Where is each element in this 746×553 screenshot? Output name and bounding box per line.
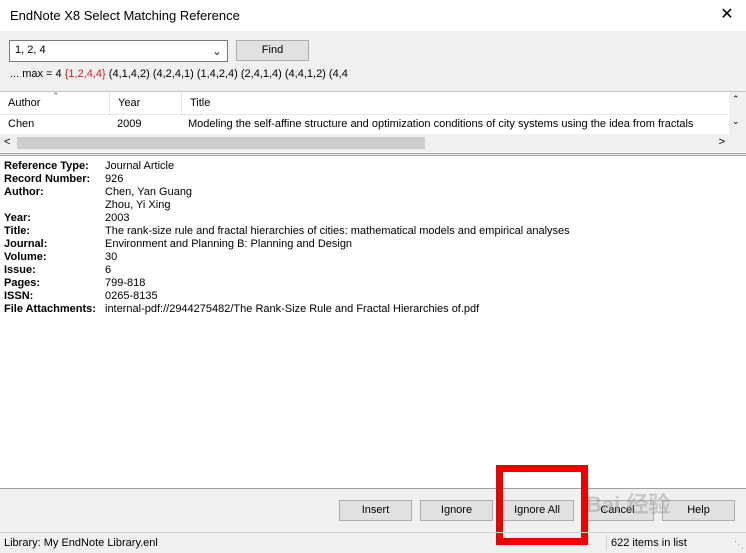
combination-highlighted: {1,2,4,4} (64, 68, 106, 80)
scroll-left-icon[interactable]: < (4, 136, 10, 148)
title-bar: EndNote X8 Select Matching Reference ✕ (0, 0, 746, 31)
chevron-down-icon[interactable]: ⌄ (209, 42, 225, 60)
scroll-thumb[interactable] (17, 137, 425, 149)
reference-details: Reference Type: Journal Article Record Nu… (0, 155, 746, 489)
search-input[interactable]: 1, 2, 4 (15, 44, 46, 56)
list-item[interactable]: Chen 2009 Modeling the self-affine struc… (0, 115, 728, 134)
vertical-scrollbar[interactable]: ⌃ ⌄ (729, 92, 746, 134)
resize-grip-icon[interactable]: ⋱ (734, 540, 744, 551)
matching-reference-list[interactable]: Author ⌃ Year Title Chen 2009 Modeling t… (0, 91, 746, 154)
help-button[interactable]: Help (662, 500, 735, 521)
insert-button[interactable]: Insert (339, 500, 412, 521)
row-author: Chen (8, 118, 35, 130)
combination-rest: (4,1,4,2) (4,2,4,1) (1,4,2,4) (2,4,1,4) … (108, 68, 348, 80)
status-bar: Library: My EndNote Library.enl 622 item… (0, 532, 746, 553)
watermark: Bai 经验 (586, 492, 671, 517)
row-year: 2009 (117, 118, 142, 130)
combination-list: ... max = 4 {1,2,4,4} (4,1,4,2) (4,2,4,1… (10, 68, 348, 80)
find-button[interactable]: Find (236, 40, 309, 61)
column-author[interactable]: Author ⌃ (0, 91, 110, 115)
window-title: EndNote X8 Select Matching Reference (10, 8, 240, 23)
sort-up-icon: ⌃ (52, 91, 60, 101)
row-title: Modeling the self-affine structure and o… (188, 118, 694, 130)
ignore-button[interactable]: Ignore (420, 500, 493, 521)
scroll-right-icon[interactable]: > (719, 136, 725, 148)
search-combo[interactable]: 1, 2, 4 ⌄ (9, 40, 228, 62)
scroll-down-icon[interactable]: ⌄ (732, 116, 740, 127)
item-count: 622 items in list (606, 535, 687, 551)
scroll-up-icon[interactable]: ⌃ (732, 94, 740, 105)
combination-prefix: ... max = 4 (10, 68, 62, 80)
horizontal-scrollbar[interactable]: < > (0, 134, 746, 152)
column-title[interactable]: Title (182, 92, 728, 115)
list-header: Author ⌃ Year Title (0, 91, 728, 115)
library-name: Library: My EndNote Library.enl (4, 537, 158, 549)
column-year[interactable]: Year (110, 92, 182, 115)
close-icon[interactable]: ✕ (716, 4, 738, 26)
